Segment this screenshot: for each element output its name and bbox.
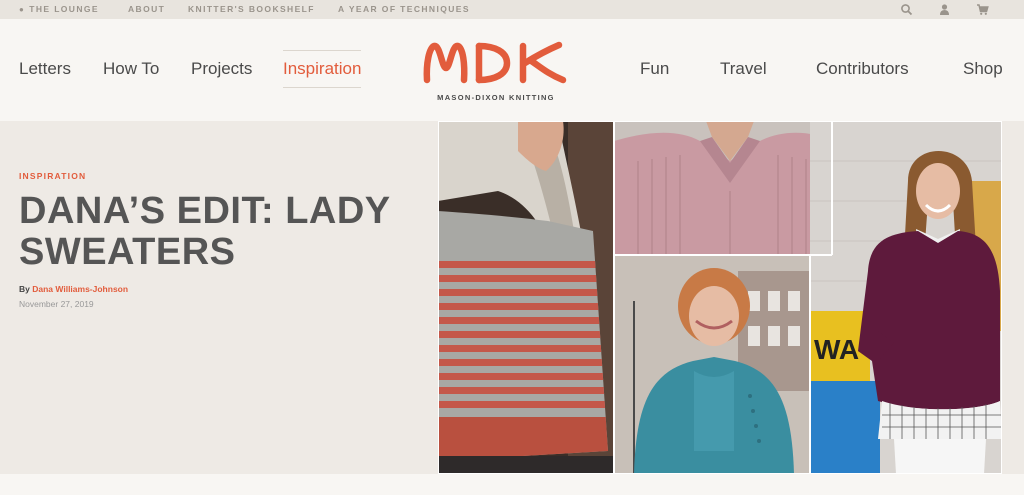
nav-contributors[interactable]: Contributors xyxy=(816,59,909,79)
page-below-fold xyxy=(0,474,1024,495)
topbar-link-knitters-bookshelf[interactable]: KNITTER'S BOOKSHELF xyxy=(188,0,315,19)
nav-shop[interactable]: Shop xyxy=(963,59,1003,79)
nav-fun[interactable]: Fun xyxy=(640,59,669,79)
photo-purple-sweater: WA xyxy=(810,121,1002,474)
utility-bar: ● THE LOUNGE ABOUT KNITTER'S BOOKSHELF A … xyxy=(0,0,1024,19)
chat-icon: ● xyxy=(19,5,26,14)
category-kicker[interactable]: INSPIRATION xyxy=(19,171,86,181)
article-hero: INSPIRATION DANA’S EDIT: LADY SWEATERS B… xyxy=(0,121,1024,474)
nav-letters[interactable]: Letters xyxy=(19,59,71,79)
photo-teal-sweater xyxy=(614,255,810,474)
nav-active-top-rule xyxy=(283,50,361,51)
cart-icon[interactable] xyxy=(976,3,989,16)
user-icon[interactable] xyxy=(938,3,951,16)
topbar-link-the-lounge[interactable]: ● THE LOUNGE xyxy=(19,0,99,19)
publish-date: November 27, 2019 xyxy=(19,299,94,309)
photo-striped-sweater xyxy=(438,121,614,474)
nav-inspiration[interactable]: Inspiration xyxy=(283,59,361,79)
site-logo[interactable] xyxy=(421,38,571,86)
title-line-2: SWEATERS xyxy=(19,231,236,273)
photo-pink-sweater xyxy=(614,121,832,255)
byline: By Dana Williams-Johnson xyxy=(19,284,128,294)
search-icon[interactable] xyxy=(900,3,913,16)
byline-prefix: By xyxy=(19,284,30,294)
sign-letters: WA xyxy=(814,334,859,365)
topbar-link-about[interactable]: ABOUT xyxy=(128,0,165,19)
topbar-link-label: THE LOUNGE xyxy=(29,4,99,14)
nav-travel[interactable]: Travel xyxy=(720,59,767,79)
title-line-1: DANA’S EDIT: LADY xyxy=(19,190,391,232)
nav-active-bottom-rule xyxy=(283,87,361,88)
logo-subtitle: MASON-DIXON KNITTING xyxy=(437,93,555,102)
nav-how-to[interactable]: How To xyxy=(103,59,159,79)
nav-projects[interactable]: Projects xyxy=(191,59,252,79)
author-link[interactable]: Dana Williams-Johnson xyxy=(32,284,128,294)
topbar-link-year-of-techniques[interactable]: A YEAR OF TECHNIQUES xyxy=(338,0,470,19)
hero-collage-image[interactable]: WA xyxy=(438,121,1002,474)
site-header: Letters How To Projects Inspiration MASO… xyxy=(0,19,1024,121)
article-title: DANA’S EDIT: LADY SWEATERS xyxy=(19,191,419,273)
